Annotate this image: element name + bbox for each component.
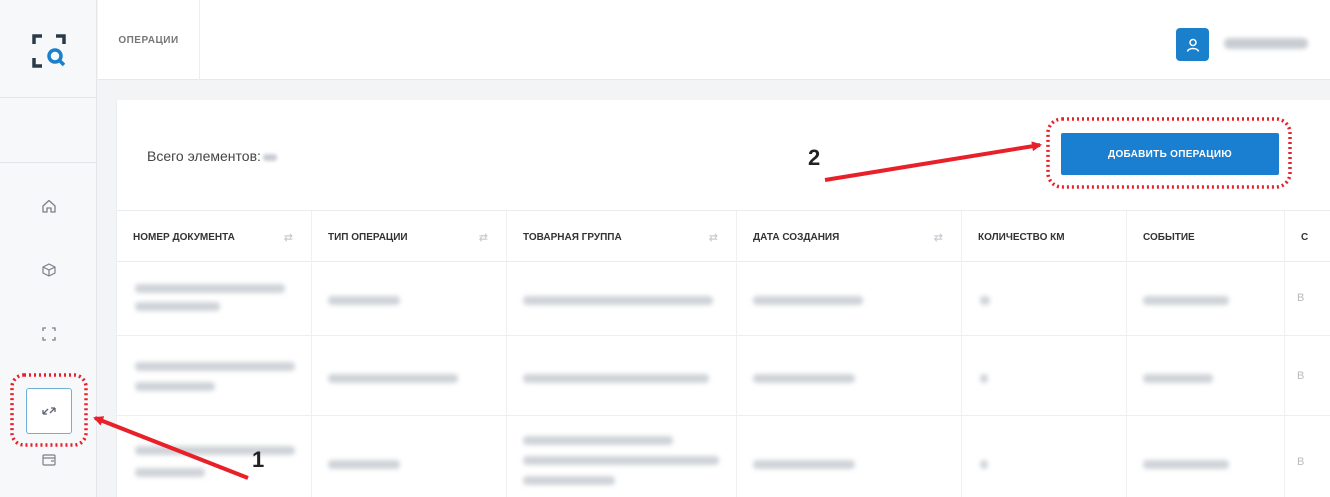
sort-icon[interactable]: ⇄ <box>709 231 718 244</box>
table-cell <box>117 416 312 497</box>
column-label: ТОВАРНАЯ ГРУППА <box>523 231 622 243</box>
column-label: СОБЫТИЕ <box>1143 231 1195 243</box>
scan-icon <box>42 327 56 341</box>
annotation-marker-2: 2 <box>808 145 821 170</box>
box-icon <box>42 263 56 277</box>
table-cell <box>117 336 312 415</box>
status-text: В <box>1297 370 1305 382</box>
column-label: НОМЕР ДОКУМЕНТА <box>133 231 235 243</box>
tab-operations-label: ОПЕРАЦИИ <box>118 34 179 46</box>
sidebar <box>0 0 97 497</box>
table-cell <box>1127 336 1285 415</box>
operations-card: Всего элементов: ДОБАВИТЬ ОПЕРАЦИЮ НОМЕР… <box>116 100 1330 497</box>
table-cell <box>312 416 507 497</box>
sidebar-divider <box>0 97 97 98</box>
column-header-operation-type[interactable]: ТИП ОПЕРАЦИИ ⇄ <box>312 211 507 263</box>
sidebar-item-home[interactable] <box>33 190 65 222</box>
table-header: НОМЕР ДОКУМЕНТА ⇄ ТИП ОПЕРАЦИИ ⇄ ТОВАРНАЯ … <box>117 210 1330 263</box>
table-cell <box>117 262 312 335</box>
column-header-document-number[interactable]: НОМЕР ДОКУМЕНТА ⇄ <box>117 211 312 263</box>
tab-operations[interactable]: ОПЕРАЦИИ <box>98 0 200 80</box>
table-cell <box>737 262 962 335</box>
sidebar-item-scan[interactable] <box>33 318 65 350</box>
sort-icon[interactable]: ⇄ <box>284 231 293 244</box>
column-label: ДАТА СОЗДАНИЯ <box>753 231 840 243</box>
sidebar-item-wallet[interactable] <box>33 444 65 476</box>
table-cell <box>962 336 1127 415</box>
table-cell <box>962 416 1127 497</box>
column-label: ТИП ОПЕРАЦИИ <box>328 231 408 243</box>
table-cell <box>1127 262 1285 335</box>
table-cell <box>312 262 507 335</box>
table-cell <box>507 262 737 335</box>
home-icon <box>42 199 56 213</box>
table-row[interactable]: В <box>117 262 1330 336</box>
column-header-status[interactable]: С <box>1285 211 1330 263</box>
column-label: КОЛИЧЕСТВО КМ <box>978 231 1065 243</box>
table-cell <box>507 416 737 497</box>
add-operation-button[interactable]: ДОБАВИТЬ ОПЕРАЦИЮ <box>1061 133 1279 175</box>
table-cell: В <box>1285 416 1330 497</box>
avatar[interactable] <box>1176 28 1209 61</box>
table-cell <box>312 336 507 415</box>
total-count: Всего элементов: <box>147 148 277 164</box>
table-cell <box>962 262 1127 335</box>
total-count-value <box>262 154 277 161</box>
table-cell: В <box>1285 336 1330 415</box>
top-header: ОПЕРАЦИИ <box>98 0 1330 80</box>
logo-icon[interactable] <box>28 30 70 72</box>
column-header-created-date[interactable]: ДАТА СОЗДАНИЯ ⇄ <box>737 211 962 263</box>
table-cell <box>737 336 962 415</box>
annotation-marker-1: 1 <box>252 447 265 472</box>
table-cell <box>507 336 737 415</box>
user-icon <box>1186 38 1199 52</box>
sidebar-item-products[interactable] <box>33 254 65 286</box>
column-header-product-group[interactable]: ТОВАРНАЯ ГРУППА ⇄ <box>507 211 737 263</box>
table-cell <box>737 416 962 497</box>
total-count-label: Всего элементов: <box>147 148 261 164</box>
table-cell: В <box>1285 262 1330 335</box>
sort-icon[interactable]: ⇄ <box>479 231 488 244</box>
table-row[interactable]: В <box>117 336 1330 416</box>
sidebar-item-operations[interactable] <box>26 388 72 434</box>
exchange-icon <box>42 407 56 415</box>
sort-icon[interactable]: ⇄ <box>934 231 943 244</box>
status-text: В <box>1297 456 1305 468</box>
sidebar-divider <box>0 162 97 163</box>
column-header-km-count[interactable]: КОЛИЧЕСТВО КМ <box>962 211 1127 263</box>
status-text: В <box>1297 292 1305 304</box>
user-name[interactable] <box>1224 38 1308 49</box>
column-header-event[interactable]: СОБЫТИЕ <box>1127 211 1285 263</box>
table-row[interactable]: В <box>117 416 1330 497</box>
column-label: С <box>1301 231 1309 243</box>
table-cell <box>1127 416 1285 497</box>
wallet-icon <box>42 454 56 466</box>
